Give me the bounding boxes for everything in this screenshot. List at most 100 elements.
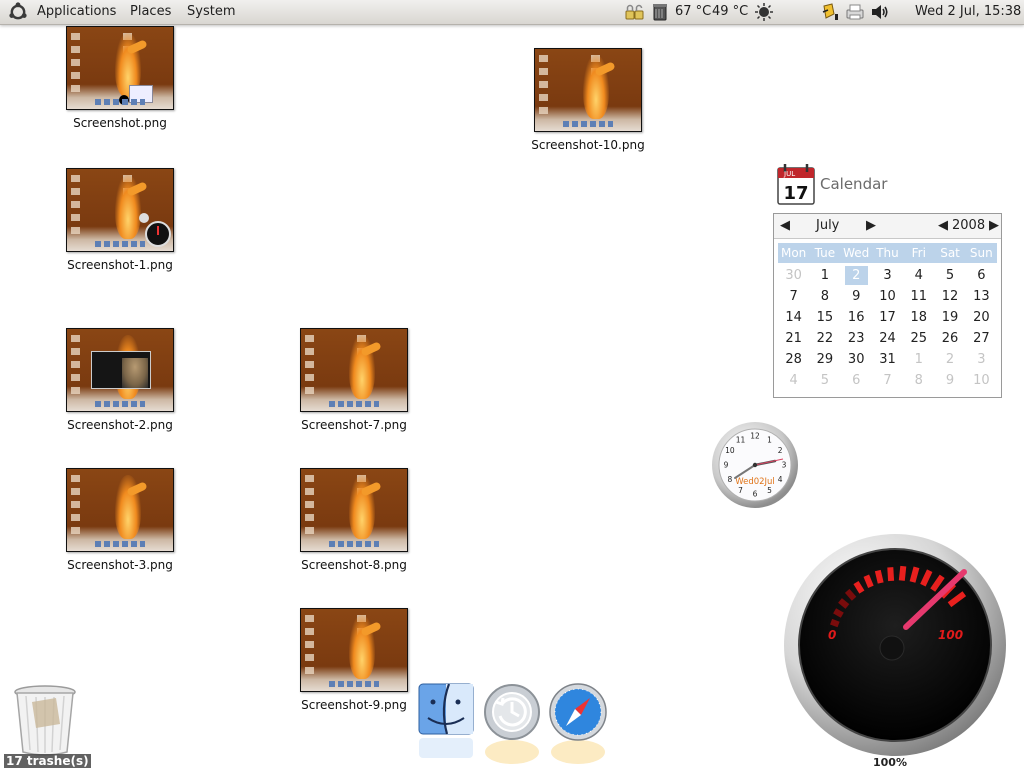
next-year-button[interactable]: ▶ — [989, 214, 999, 238]
file-label: Screenshot-1.png — [67, 258, 173, 272]
calendar-weekday-row: Mon Tue Wed Thu Fri Sat Sun — [778, 243, 997, 263]
calendar-day[interactable]: 15 — [809, 307, 840, 328]
calendar-day[interactable]: 6 — [841, 370, 872, 391]
calendar-day[interactable]: 13 — [966, 286, 997, 307]
calendar-day[interactable]: 18 — [903, 307, 934, 328]
calendar-day[interactable]: 26 — [934, 328, 965, 349]
file-label: Screenshot-7.png — [301, 418, 407, 432]
panel-clock[interactable]: Wed 2 Jul, 15:38 — [915, 0, 1021, 24]
calendar-day[interactable]: 22 — [809, 328, 840, 349]
calendar-day[interactable]: 7 — [872, 370, 903, 391]
calendar-day[interactable]: 20 — [966, 307, 997, 328]
calendar-day[interactable]: 28 — [778, 349, 809, 370]
image-thumbnail — [300, 608, 408, 692]
calendar-day[interactable]: 21 — [778, 328, 809, 349]
file-label: Screenshot-2.png — [67, 418, 173, 432]
previous-year-button[interactable]: ◀ — [938, 214, 948, 238]
weekday-header: Fri — [911, 246, 926, 260]
calendar-day[interactable]: 1 — [903, 349, 934, 370]
calendar-day[interactable]: 3 — [966, 349, 997, 370]
volume-icon[interactable] — [870, 2, 890, 22]
calendar-icon-day: 17 — [783, 183, 808, 204]
calendar-day[interactable]: 10 — [872, 286, 903, 307]
safari-icon[interactable] — [548, 680, 608, 768]
calendar-day[interactable]: 11 — [903, 286, 934, 307]
desktop-file-screenshot-2[interactable]: Screenshot-2.png — [50, 328, 190, 432]
clock-numeral: 1 — [767, 436, 772, 445]
calendar-day[interactable]: 3 — [872, 265, 903, 286]
calendar-month: July — [816, 218, 840, 233]
clock-numeral: 5 — [767, 486, 772, 495]
calendar-day[interactable]: 27 — [966, 328, 997, 349]
weekday-header: Tue — [814, 246, 836, 260]
next-month-button[interactable]: ▶ — [866, 214, 876, 238]
applications-menu[interactable]: Applications — [37, 0, 116, 24]
clock-numeral: 12 — [750, 432, 760, 441]
trash-icon[interactable] — [12, 684, 78, 756]
gauge-tick — [887, 567, 895, 582]
places-menu[interactable]: Places — [130, 0, 171, 24]
calendar-day[interactable]: 4 — [778, 370, 809, 391]
calendar-day[interactable]: 31 — [872, 349, 903, 370]
clock-date-text: Wed02Jul — [735, 477, 775, 487]
gauge-tick — [830, 618, 840, 628]
desktop-file-screenshot[interactable]: Screenshot.png — [50, 26, 190, 130]
time-machine-icon[interactable] — [482, 680, 542, 768]
calendar-year: 2008 — [952, 218, 986, 233]
calendar-day[interactable]: 17 — [872, 307, 903, 328]
weekday-header: Thu — [876, 246, 899, 260]
desktop-file-screenshot-9[interactable]: Screenshot-9.png — [284, 608, 424, 712]
calendar-day[interactable]: 30 — [841, 349, 872, 370]
calendar-day[interactable]: 2 — [934, 349, 965, 370]
brightness-icon[interactable] — [754, 2, 774, 22]
clock-numeral: 9 — [724, 461, 729, 470]
desktop-file-screenshot-7[interactable]: Screenshot-7.png — [284, 328, 424, 432]
calendar-day[interactable]: 23 — [841, 328, 872, 349]
clock-numeral: 3 — [782, 461, 787, 470]
cpu-temperature: 67 °C — [675, 4, 712, 19]
calendar-day[interactable]: 9 — [934, 370, 965, 391]
calendar-day[interactable]: 8 — [903, 370, 934, 391]
calendar-day[interactable]: 8 — [809, 286, 840, 307]
image-thumbnail — [300, 328, 408, 412]
calendar-day[interactable]: 24 — [872, 328, 903, 349]
system-monitor-icon[interactable] — [650, 2, 670, 22]
calendar-day[interactable]: 29 — [809, 349, 840, 370]
desktop-file-screenshot-8[interactable]: Screenshot-8.png — [284, 468, 424, 572]
desktop-file-screenshot-1[interactable]: Screenshot-1.png — [50, 168, 190, 272]
calendar-day[interactable]: 30 — [778, 265, 809, 286]
system-menu[interactable]: System — [187, 0, 235, 24]
calendar-day[interactable]: 6 — [966, 265, 997, 286]
image-thumbnail — [66, 328, 174, 412]
top-panel: Applications Places System 67 °C 49 °C W… — [0, 0, 1024, 25]
calendar-day[interactable]: 4 — [903, 265, 934, 286]
desktop-file-screenshot-10[interactable]: Screenshot-10.png — [518, 48, 658, 152]
image-thumbnail — [66, 168, 174, 252]
weekday-header: Wed — [843, 246, 870, 260]
calendar-day[interactable]: 16 — [841, 307, 872, 328]
calendar-title: Calendar — [820, 175, 888, 193]
calendar-day[interactable]: 12 — [934, 286, 965, 307]
calendar-day[interactable]: 19 — [934, 307, 965, 328]
printer-icon[interactable] — [845, 2, 865, 22]
calendar-day[interactable]: 14 — [778, 307, 809, 328]
image-thumbnail — [66, 468, 174, 552]
finder-icon[interactable] — [416, 680, 476, 768]
clock-numeral: 4 — [778, 475, 783, 484]
desktop-file-screenshot-3[interactable]: Screenshot-3.png — [50, 468, 190, 572]
gauge-value-label: 100% — [873, 756, 907, 769]
calendar-day[interactable]: 5 — [809, 370, 840, 391]
calendar-day[interactable]: 7 — [778, 286, 809, 307]
ubuntu-logo-icon[interactable] — [8, 2, 28, 22]
previous-month-button[interactable]: ◀ — [780, 214, 790, 238]
image-thumbnail — [66, 26, 174, 110]
update-notifier-icon[interactable] — [820, 2, 840, 22]
calendar-day[interactable]: 1 — [809, 265, 840, 286]
calendar-day[interactable]: 9 — [841, 286, 872, 307]
calendar-day[interactable]: 2 — [844, 266, 868, 285]
calendar-day[interactable]: 5 — [934, 265, 965, 286]
calendar-day[interactable]: 10 — [966, 370, 997, 391]
lock-icon[interactable] — [624, 2, 644, 22]
analog-clock-widget: 12 12 3 456 78 9 1011 Wed02Jul — [712, 422, 798, 508]
calendar-day[interactable]: 25 — [903, 328, 934, 349]
